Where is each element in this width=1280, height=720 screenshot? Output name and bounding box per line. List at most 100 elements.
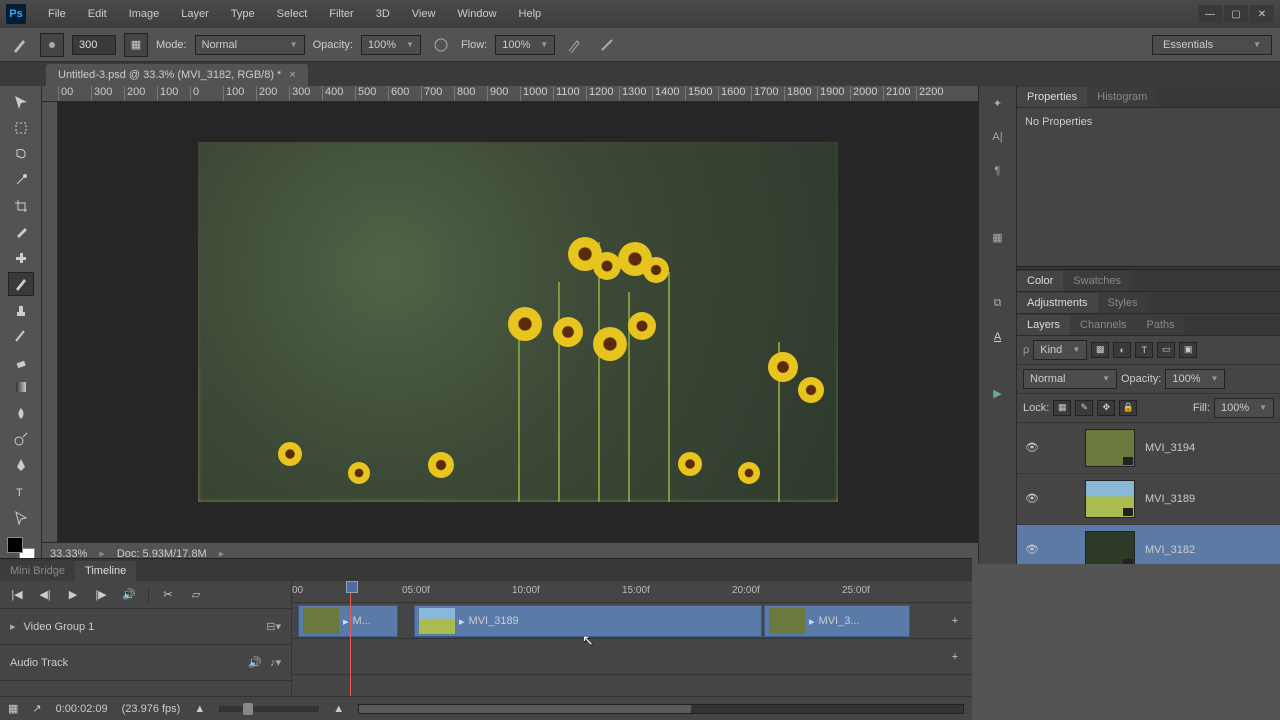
window-close[interactable]: ✕ <box>1250 5 1274 23</box>
menu-select[interactable]: Select <box>267 4 318 24</box>
paragraph-panel-icon[interactable]: ¶ <box>987 160 1009 182</box>
add-audio-icon[interactable]: + <box>946 648 964 666</box>
audio-menu-icon[interactable]: ♪▾ <box>270 656 281 669</box>
magic-wand-tool[interactable] <box>8 168 34 192</box>
mini-bridge-tab[interactable]: Mini Bridge <box>0 561 75 581</box>
stamp-tool[interactable] <box>8 298 34 322</box>
type-tool[interactable]: T <box>8 479 34 503</box>
eraser-tool[interactable] <box>8 350 34 374</box>
clone-source-icon[interactable]: ⧉ <box>987 292 1009 314</box>
character-panel-icon[interactable]: A| <box>987 126 1009 148</box>
menu-filter[interactable]: Filter <box>319 4 363 24</box>
canvas[interactable] <box>58 102 978 542</box>
pen-tool[interactable] <box>8 453 34 477</box>
airbrush-icon[interactable] <box>563 33 587 57</box>
layer-row[interactable]: 👁MVI_3189 <box>1017 474 1280 525</box>
channels-tab[interactable]: Channels <box>1070 315 1136 335</box>
mute-icon[interactable]: 🔊 <box>120 586 138 604</box>
lock-pixels-icon[interactable]: ✎ <box>1075 400 1093 416</box>
timeline-clip[interactable]: ▸M... <box>298 605 398 637</box>
playhead[interactable] <box>350 581 351 696</box>
paths-tab[interactable]: Paths <box>1137 315 1185 335</box>
brush-icon[interactable] <box>8 33 32 57</box>
char-styles-icon[interactable]: A <box>987 326 1009 348</box>
workspace-switcher[interactable]: Essentials▼ <box>1152 35 1272 55</box>
layer-opacity-dropdown[interactable]: 100%▼ <box>1165 369 1225 389</box>
menu-help[interactable]: Help <box>509 4 552 24</box>
layer-row[interactable]: 👁MVI_3194 <box>1017 423 1280 474</box>
audio-clip-track[interactable]: + <box>292 639 972 675</box>
layer-row[interactable]: 👁MVI_3182 <box>1017 525 1280 565</box>
play-button[interactable]: ▶ <box>64 586 82 604</box>
visibility-icon[interactable]: 👁 <box>1025 492 1041 505</box>
blur-tool[interactable] <box>8 401 34 425</box>
menu-edit[interactable]: Edit <box>78 4 117 24</box>
dodge-tool[interactable] <box>8 427 34 451</box>
filter-smart-icon[interactable]: ▣ <box>1179 342 1197 358</box>
timeline-tab[interactable]: Timeline <box>75 561 136 581</box>
healing-tool[interactable] <box>8 246 34 270</box>
add-media-icon[interactable]: + <box>946 612 964 630</box>
filter-pixel-icon[interactable]: ▩ <box>1091 342 1109 358</box>
window-maximize[interactable]: ▢ <box>1224 5 1248 23</box>
zoom-in-icon[interactable]: ▲ <box>333 703 344 715</box>
menu-window[interactable]: Window <box>447 4 506 24</box>
menu-file[interactable]: File <box>38 4 76 24</box>
path-select-tool[interactable] <box>8 505 34 529</box>
histogram-tab[interactable]: Histogram <box>1087 87 1157 107</box>
audio-track[interactable]: Audio Track 🔊 ♪▾ <box>0 645 291 681</box>
timeline-clip[interactable]: ▸MVI_3... <box>764 605 910 637</box>
timeline-ruler[interactable]: 0005:00f10:00f15:00f20:00f25:00f <box>292 581 972 603</box>
filter-shape-icon[interactable]: ▭ <box>1157 342 1175 358</box>
visibility-icon[interactable]: 👁 <box>1025 543 1041 556</box>
eyedropper-tool[interactable] <box>8 220 34 244</box>
menu-layer[interactable]: Layer <box>171 4 219 24</box>
crop-tool[interactable] <box>8 194 34 218</box>
mode-dropdown[interactable]: Normal▼ <box>195 35 305 55</box>
brush-size-input[interactable]: 300 <box>72 35 116 55</box>
zoom-out-icon[interactable]: ▲ <box>194 703 205 715</box>
prev-frame-icon[interactable]: ◀| <box>36 586 54 604</box>
track-menu-icon[interactable]: ⊟▾ <box>266 620 281 633</box>
menu-type[interactable]: Type <box>221 4 265 24</box>
styles-tab[interactable]: Styles <box>1098 293 1148 313</box>
play-icon[interactable]: ▶ <box>987 382 1009 404</box>
render-icon[interactable]: ↗ <box>32 702 41 715</box>
brush-panel-toggle[interactable]: ▦ <box>124 33 148 57</box>
window-minimize[interactable]: — <box>1198 5 1222 23</box>
timeline-clip[interactable]: ▸MVI_3189 <box>414 605 762 637</box>
document-tab[interactable]: Untitled-3.psd @ 33.3% (MVI_3182, RGB/8)… <box>46 64 308 86</box>
swatches-tab[interactable]: Swatches <box>1063 271 1131 291</box>
move-tool[interactable] <box>8 90 34 114</box>
history-panel-icon[interactable]: ✦ <box>987 92 1009 114</box>
menu-image[interactable]: Image <box>119 4 170 24</box>
layers-tab[interactable]: Layers <box>1017 315 1070 335</box>
lock-transparency-icon[interactable]: ▦ <box>1053 400 1071 416</box>
filter-kind-dropdown[interactable]: Kind▼ <box>1033 340 1087 360</box>
video-group-track[interactable]: ▸ Video Group 1 ⊟▾ <box>0 609 291 645</box>
properties-tab[interactable]: Properties <box>1017 87 1087 107</box>
marquee-tool[interactable] <box>8 116 34 140</box>
filter-adjust-icon[interactable]: ◐ <box>1113 342 1131 358</box>
brush-presets-icon[interactable]: ▦ <box>987 226 1009 248</box>
adjustments-tab[interactable]: Adjustments <box>1017 293 1098 313</box>
menu-view[interactable]: View <box>402 4 446 24</box>
lock-all-icon[interactable]: 🔒 <box>1119 400 1137 416</box>
flow-dropdown[interactable]: 100%▼ <box>495 35 555 55</box>
opacity-dropdown[interactable]: 100%▼ <box>361 35 421 55</box>
next-frame-icon[interactable]: |▶ <box>92 586 110 604</box>
go-start-icon[interactable]: |◀ <box>8 586 26 604</box>
history-brush-tool[interactable] <box>8 324 34 348</box>
color-tab[interactable]: Color <box>1017 271 1063 291</box>
brush-tool[interactable] <box>8 272 34 296</box>
visibility-icon[interactable]: 👁 <box>1025 441 1041 454</box>
pressure-opacity-icon[interactable] <box>429 33 453 57</box>
lasso-tool[interactable] <box>8 142 34 166</box>
fill-dropdown[interactable]: 100%▼ <box>1214 398 1274 418</box>
timeline-scrollbar[interactable] <box>358 704 964 714</box>
close-icon[interactable]: × <box>289 69 295 81</box>
lock-position-icon[interactable]: ✥ <box>1097 400 1115 416</box>
pressure-size-icon[interactable] <box>595 33 619 57</box>
audio-mute-icon[interactable]: 🔊 <box>248 656 262 669</box>
split-icon[interactable]: ✂ <box>159 586 177 604</box>
